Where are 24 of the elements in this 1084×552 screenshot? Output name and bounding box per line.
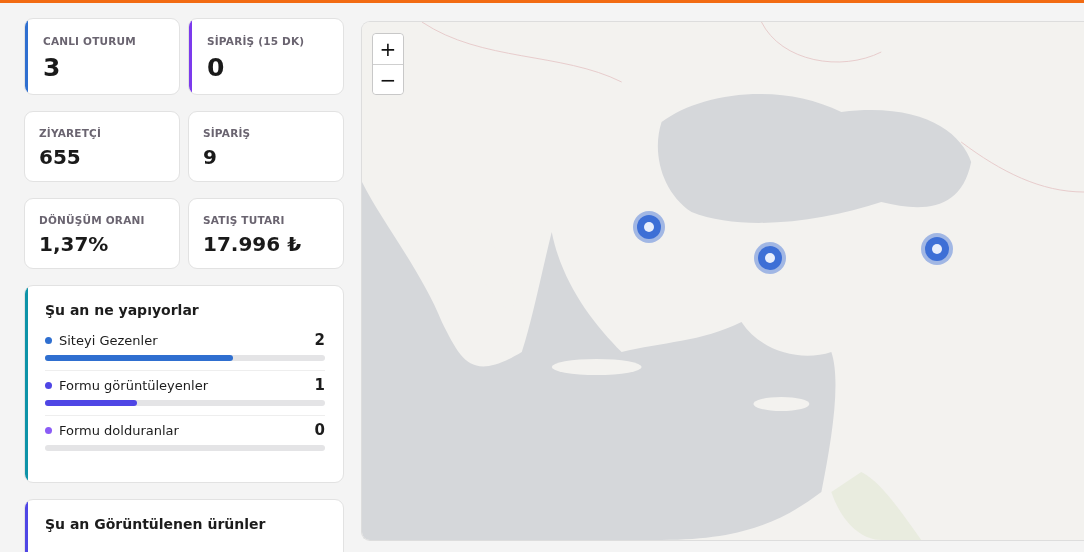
stat-value: 1,37% bbox=[39, 232, 110, 256]
stat-value: 3 bbox=[43, 53, 62, 82]
stat-label: SİPARİŞ (15 DK) bbox=[207, 35, 306, 47]
stat-label: SİPARİŞ bbox=[203, 127, 252, 139]
location-marker-icon[interactable] bbox=[920, 232, 954, 266]
activity-count: 1 bbox=[314, 376, 325, 394]
zoom-out-button[interactable]: − bbox=[373, 64, 403, 94]
activity-label: Formu dolduranlar bbox=[59, 422, 180, 438]
location-marker-icon[interactable] bbox=[632, 210, 666, 244]
stat-label: DÖNÜŞÜM ORANI bbox=[39, 214, 146, 226]
activity-label: Siteyi Gezenler bbox=[59, 332, 159, 348]
activity-label: Formu görüntüleyenler bbox=[59, 377, 209, 393]
stat-label: SATIŞ TUTARI bbox=[203, 214, 286, 226]
card-title: Şu an ne yapıyorlar bbox=[45, 302, 200, 318]
card-title: Şu an Görüntülenen ürünler bbox=[45, 516, 267, 532]
location-marker-icon[interactable] bbox=[753, 241, 787, 275]
stat-value: 17.996 ₺ bbox=[203, 232, 303, 256]
stat-value: 9 bbox=[203, 145, 218, 169]
activity-count: 0 bbox=[314, 421, 325, 439]
stat-value: 655 bbox=[39, 145, 82, 169]
stat-value: 0 bbox=[207, 53, 226, 82]
activity-count: 2 bbox=[314, 331, 325, 349]
stat-label: CANLI OTURUM bbox=[43, 35, 137, 47]
stat-label: ZİYARETÇİ bbox=[39, 127, 103, 139]
